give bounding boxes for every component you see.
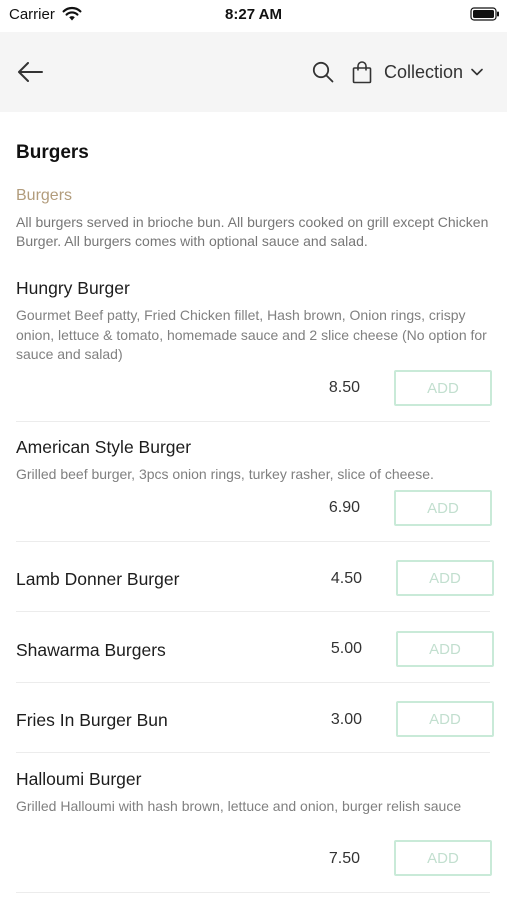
search-icon <box>312 61 334 83</box>
divider <box>16 892 490 893</box>
shopping-bag-icon <box>352 60 372 83</box>
status-time: 8:27 AM <box>225 6 282 23</box>
add-button[interactable]: ADD <box>394 490 492 526</box>
battery-icon <box>470 7 499 21</box>
add-button[interactable]: ADD <box>396 560 494 596</box>
search-button[interactable] <box>308 56 338 88</box>
menu-item-price: 3.00 <box>330 711 362 728</box>
divider <box>16 611 490 612</box>
section-title: Burgers <box>16 142 89 163</box>
add-button[interactable]: ADD <box>394 840 492 876</box>
menu-item-name: Hungry Burger <box>16 278 130 298</box>
back-button[interactable] <box>10 54 50 90</box>
add-button[interactable]: ADD <box>396 631 494 667</box>
menu-content[interactable]: Burgers Burgers All burgers served in br… <box>0 112 507 900</box>
divider <box>16 421 490 422</box>
divider <box>16 682 490 683</box>
menu-item-price: 7.50 <box>328 850 360 867</box>
chevron-down-icon <box>471 68 483 76</box>
add-button[interactable]: ADD <box>396 701 494 737</box>
menu-item-price: 6.90 <box>328 499 360 516</box>
menu-item-price: 4.50 <box>330 570 362 587</box>
menu-item-name: Shawarma Burgers <box>16 640 166 660</box>
menu-item-name: American Style Burger <box>16 437 192 457</box>
menu-item-name: Halloumi Burger <box>16 769 142 789</box>
menu-item-description: Gourmet Beef patty, Fried Chicken fillet… <box>16 307 487 362</box>
category-description: All burgers served in brioche bun. All b… <box>16 214 489 249</box>
order-type-dropdown[interactable]: Collection <box>380 56 483 88</box>
category-name: Burgers <box>16 187 73 204</box>
arrow-left-icon <box>18 62 43 82</box>
divider <box>16 541 490 542</box>
divider <box>16 752 490 753</box>
order-type-label: Collection <box>384 61 464 82</box>
menu-item-description: Grilled Halloumi with hash brown, lettuc… <box>16 798 462 814</box>
status-bar: Carrier 8:27 AM <box>0 0 507 30</box>
menu-item-description: Grilled beef burger, 3pcs onion rings, t… <box>16 466 434 482</box>
add-button[interactable]: ADD <box>394 370 492 406</box>
menu-item-name: Fries In Burger Bun <box>16 710 168 730</box>
menu-item-price: 5.00 <box>330 640 362 657</box>
menu-item-price: 8.50 <box>328 379 360 396</box>
cart-button[interactable] <box>348 56 376 88</box>
navigation-bar: Collection <box>0 32 507 112</box>
menu-item-name: Lamb Donner Burger <box>16 569 180 589</box>
